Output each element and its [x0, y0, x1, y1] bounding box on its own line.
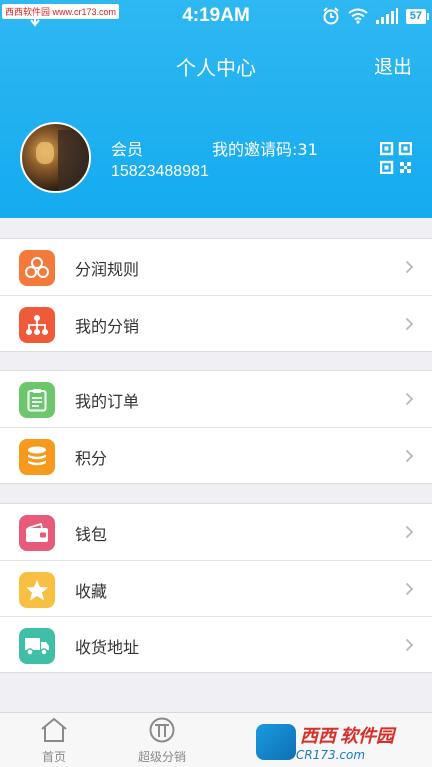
chevron-right-icon [405, 638, 414, 652]
hierarchy-icon [19, 307, 55, 343]
chevron-right-icon [405, 582, 414, 596]
menu-group-2: 我的订单 积分 [0, 370, 432, 484]
chevron-right-icon [405, 317, 414, 331]
menu-group-1: 分润规则 我的分销 [0, 238, 432, 352]
battery-indicator: 57 [405, 8, 430, 24]
alarm-icon [323, 7, 339, 25]
avatar[interactable] [20, 122, 91, 193]
watermark-logo: 西西 软件园 CR173.com [256, 722, 418, 762]
database-icon [19, 439, 55, 475]
menu-item-shipping-address[interactable]: 收货地址 [0, 616, 432, 672]
chevron-right-icon [405, 525, 414, 539]
watermark-logo-icon [256, 724, 296, 760]
chevron-right-icon [405, 260, 414, 274]
distribution-icon [149, 717, 175, 743]
menu-item-label: 我的订单 [75, 392, 140, 411]
menu-item-label: 收藏 [75, 582, 108, 601]
menu-item-label: 钱包 [75, 525, 108, 544]
menu-item-my-distribution[interactable]: 我的分销 [0, 295, 432, 351]
page-title: 个人中心 [176, 56, 256, 80]
chevron-right-icon [405, 449, 414, 463]
tab-super-distribution[interactable]: 超级分销 [108, 713, 216, 767]
menu-item-label: 积分 [75, 449, 108, 468]
signal-icon [375, 8, 398, 24]
status-bar: 西西软件园 www.cr173.com 4:19AM 57 [0, 0, 432, 32]
navbar: 个人中心 退出 [0, 32, 432, 98]
tab-label: 首页 [41, 750, 66, 764]
watermark-text-2: 软件园 [340, 726, 394, 747]
menu-item-wallet[interactable]: 钱包 [0, 504, 432, 560]
watermark-text: 西西 [300, 726, 336, 747]
star-icon [19, 572, 55, 608]
status-icons: 57 [322, 7, 430, 25]
menu-item-label: 收货地址 [75, 638, 140, 657]
chevron-right-icon [405, 392, 414, 406]
wifi-icon [348, 8, 368, 24]
invite-code: 我的邀请码:31 [212, 140, 318, 159]
truck-icon [19, 628, 55, 664]
tab-home[interactable]: 首页 [0, 713, 108, 767]
wallet-icon [19, 515, 55, 551]
clipboard-icon [19, 382, 55, 418]
menu-item-favorites[interactable]: 收藏 [0, 560, 432, 616]
qr-code-icon[interactable] [380, 142, 412, 174]
menu-item-label: 分润规则 [75, 260, 140, 279]
profile-card: 会员 我的邀请码:31 15823488981 [0, 98, 432, 218]
menu-item-profit-rules[interactable]: 分润规则 [0, 239, 432, 295]
menu-item-my-orders[interactable]: 我的订单 [0, 371, 432, 427]
home-icon [41, 717, 67, 742]
tab-label: 超级分销 [137, 750, 186, 764]
coins-icon [19, 250, 55, 286]
logout-button[interactable]: 退出 [374, 52, 412, 79]
menu-group-3: 钱包 收藏 收货地址 [0, 503, 432, 673]
phone-number: 15823488981 [111, 163, 209, 180]
watermark-subtext: CR173.com [296, 748, 366, 762]
menu-item-label: 我的分销 [75, 317, 140, 336]
menu-item-points[interactable]: 积分 [0, 427, 432, 483]
member-label: 会员 [111, 140, 144, 159]
